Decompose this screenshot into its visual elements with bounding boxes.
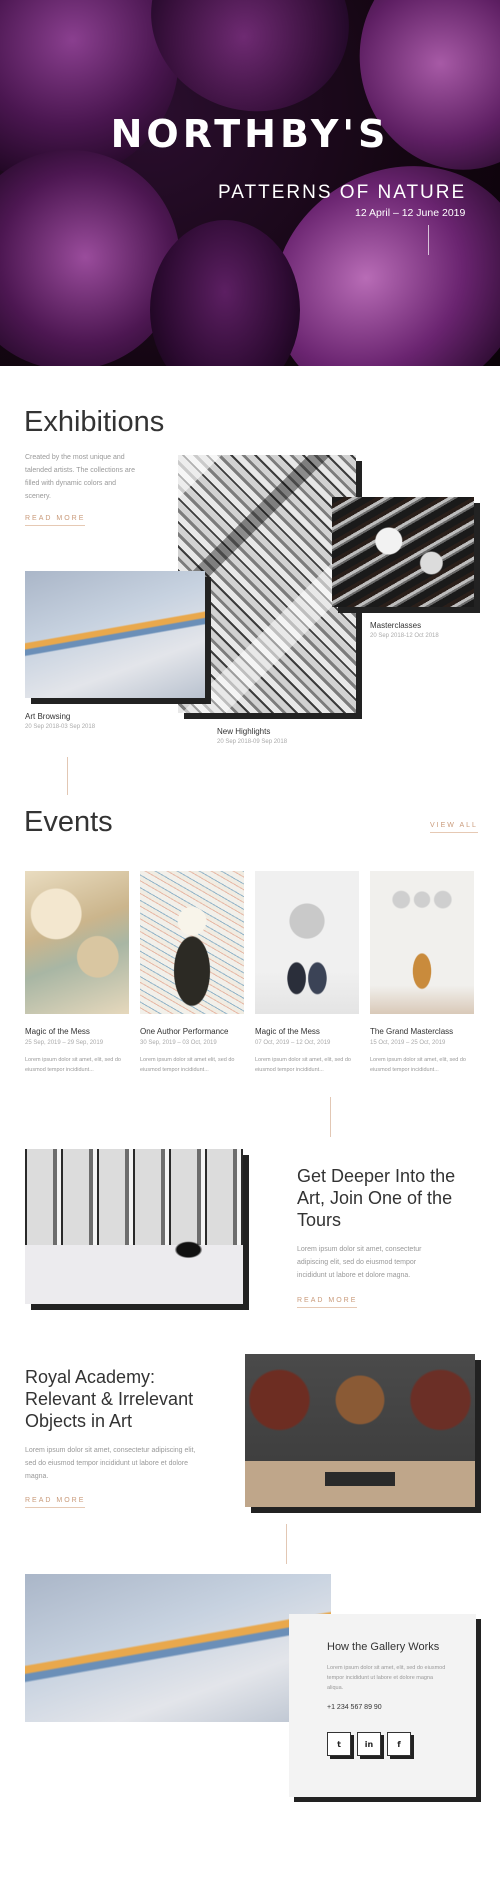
bench-shape — [325, 1472, 395, 1486]
art-browsing-dates: 20 Sep 2018-03 Sep 2018 — [25, 724, 96, 730]
academy-read-more-link[interactable]: READ MORE — [25, 1497, 86, 1508]
gallery-text: Lorem ipsum dolor sit amet, elit, sed do… — [327, 1665, 446, 1691]
tours-image[interactable] — [25, 1149, 243, 1304]
event-title[interactable]: The Grand Masterclass — [370, 1027, 453, 1036]
events-title: Events — [24, 806, 113, 838]
event-description: Lorem ipsum dolor sit amet, elit, sed do… — [370, 1057, 466, 1073]
exhibitions-read-more-link[interactable]: READ MORE — [25, 515, 86, 526]
masterclasses-image[interactable] — [332, 497, 474, 607]
new-highlights-caption: New Highlights — [217, 727, 271, 736]
event-dates: 30 Sep, 2019 – 03 Oct, 2019 — [140, 1040, 217, 1046]
event-title[interactable]: One Author Performance — [140, 1027, 229, 1036]
event-description: Lorem ipsum dolor sit amet, elit, sed do… — [25, 1057, 121, 1073]
art-browsing-caption: Art Browsing — [25, 712, 71, 721]
twitter-icon[interactable]: t — [327, 1732, 351, 1756]
academy-title: Royal Academy: Relevant & Irrelevant Obj… — [25, 1367, 194, 1431]
academy-text: Lorem ipsum dolor sit amet, consectetur … — [25, 1447, 196, 1480]
masterclasses-dates: 20 Sep 2018-12 Oct 2018 — [370, 633, 439, 639]
facebook-icon[interactable]: f — [387, 1732, 411, 1756]
art-browsing-image[interactable] — [25, 571, 205, 698]
gallery-title: How the Gallery Works — [327, 1641, 440, 1653]
hero-section: NORTHBY'S PATTERNS OF NATURE 12 April – … — [0, 0, 500, 366]
new-highlights-dates: 20 Sep 2018-09 Sep 2018 — [217, 739, 288, 745]
event-image-one-author-performance[interactable] — [140, 871, 244, 1014]
exhibitions-description: Created by the most unique and talended … — [25, 454, 135, 500]
hero-subtitle: PATTERNS OF NATURE — [218, 182, 467, 203]
hero-dates: 12 April – 12 June 2019 — [355, 207, 466, 219]
event-dates: 15 Oct, 2019 – 25 Oct, 2019 — [370, 1040, 446, 1046]
event-title[interactable]: Magic of the Mess — [25, 1027, 90, 1036]
tours-text: Lorem ipsum dolor sit amet, consectetur … — [297, 1246, 422, 1279]
brand-title: NORTHBY'S — [110, 112, 390, 156]
section-divider — [286, 1524, 287, 1564]
hero-divider — [428, 225, 429, 255]
exhibitions-title: Exhibitions — [24, 406, 165, 438]
gallery-image[interactable] — [25, 1574, 331, 1722]
event-image-magic-of-the-mess[interactable] — [25, 871, 129, 1014]
tours-title: Get Deeper Into the Art, Join One of the… — [297, 1166, 456, 1230]
event-description: Lorem ipsum dolor sit amet, elit, sed do… — [255, 1057, 351, 1073]
event-description: Lorem ipsum dolor sit amet elit, sed do … — [140, 1057, 235, 1073]
event-dates: 07 Oct, 2019 – 12 Oct, 2019 — [255, 1040, 331, 1046]
gallery-phone[interactable]: +1 234 567 89 90 — [327, 1704, 382, 1711]
section-divider — [67, 757, 68, 795]
event-image-the-grand-masterclass[interactable] — [370, 871, 474, 1014]
section-divider — [330, 1097, 331, 1137]
event-title[interactable]: Magic of the Mess — [255, 1027, 320, 1036]
academy-image[interactable] — [245, 1354, 475, 1507]
view-all-link[interactable]: VIEW ALL — [430, 822, 478, 833]
leaf-shape — [342, 0, 500, 186]
event-image-magic-of-the-mess-2[interactable] — [255, 871, 359, 1014]
tours-read-more-link[interactable]: READ MORE — [297, 1297, 358, 1308]
event-dates: 25 Sep, 2019 – 29 Sep, 2019 — [25, 1040, 104, 1046]
gallery-info-card: How the Gallery Works Lorem ipsum dolor … — [289, 1614, 476, 1797]
masterclasses-caption: Masterclasses — [370, 621, 422, 630]
linkedin-icon[interactable]: in — [357, 1732, 381, 1756]
